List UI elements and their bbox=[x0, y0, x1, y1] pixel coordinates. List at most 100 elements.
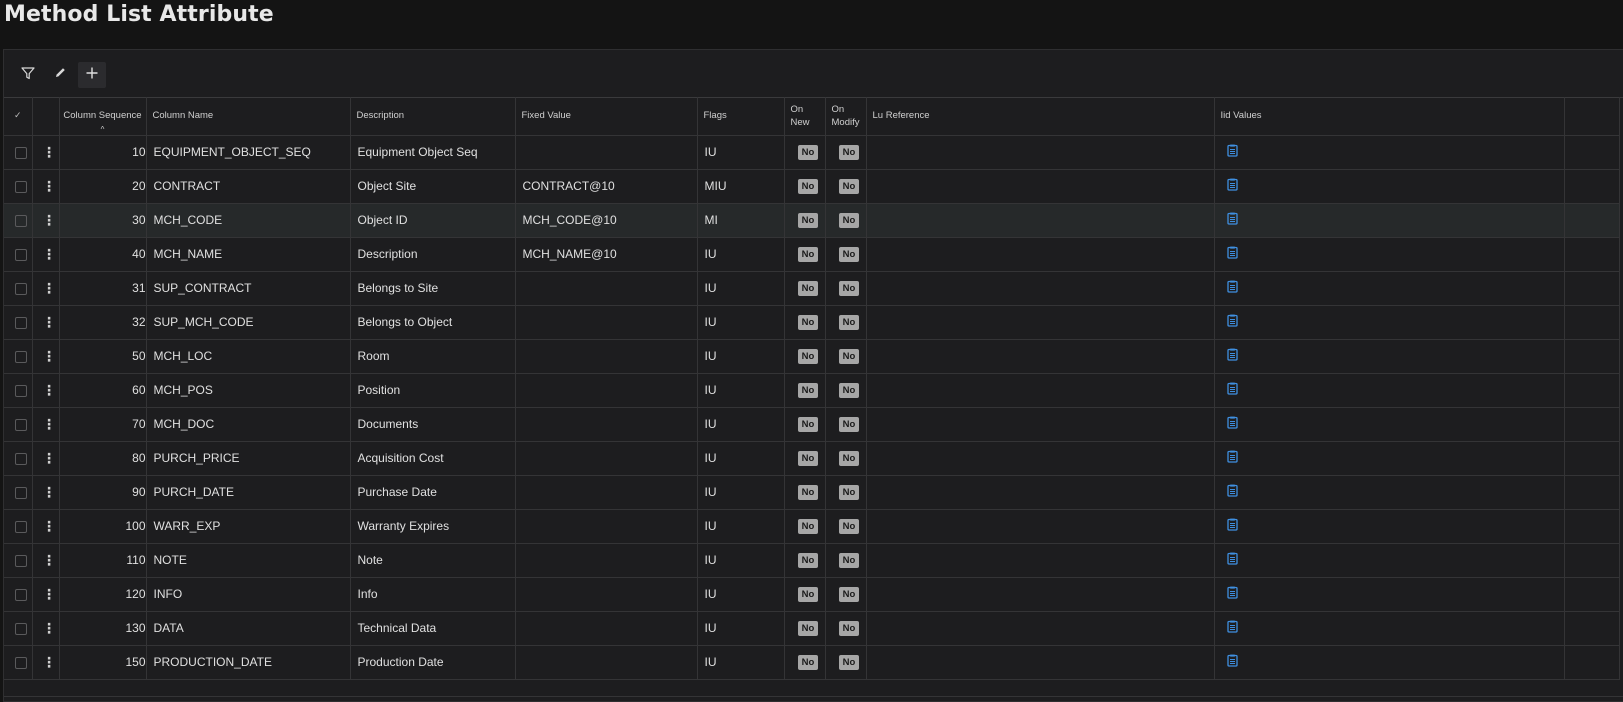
cell-description[interactable]: Equipment Object Seq bbox=[350, 135, 516, 170]
header-lu-reference[interactable]: Lu Reference bbox=[866, 97, 1215, 136]
cell-description[interactable]: Info bbox=[350, 577, 516, 612]
cell-iid-values[interactable] bbox=[1214, 373, 1565, 408]
cell-fixed-value[interactable] bbox=[515, 475, 698, 510]
kebab-menu-icon[interactable]: ⋮ bbox=[42, 349, 56, 363]
cell-fixed-value[interactable]: MCH_CODE@10 bbox=[515, 203, 698, 238]
kebab-menu-icon[interactable]: ⋮ bbox=[42, 553, 56, 567]
cell-column-sequence[interactable]: 110 bbox=[59, 543, 147, 578]
kebab-menu-icon[interactable]: ⋮ bbox=[42, 383, 56, 397]
cell-column-sequence[interactable]: 70 bbox=[59, 407, 147, 442]
cell-fixed-value[interactable] bbox=[515, 305, 698, 340]
cell-on-new[interactable]: No bbox=[784, 305, 826, 340]
cell-on-new[interactable]: No bbox=[784, 509, 826, 544]
list-values-icon[interactable] bbox=[1226, 280, 1238, 296]
cell-description[interactable]: Description bbox=[350, 237, 516, 272]
cell-lu-reference[interactable] bbox=[866, 577, 1215, 612]
kebab-menu-icon[interactable]: ⋮ bbox=[42, 179, 56, 193]
list-values-icon[interactable] bbox=[1226, 246, 1238, 262]
cell-iid-values[interactable] bbox=[1214, 407, 1565, 442]
cell-iid-values[interactable] bbox=[1214, 271, 1565, 306]
cell-column-sequence[interactable]: 130 bbox=[59, 611, 147, 646]
list-values-icon[interactable] bbox=[1226, 586, 1238, 602]
cell-fixed-value[interactable] bbox=[515, 339, 698, 374]
cell-flags[interactable]: IU bbox=[697, 441, 785, 476]
cell-column-sequence[interactable]: 80 bbox=[59, 441, 147, 476]
kebab-menu-icon[interactable]: ⋮ bbox=[42, 213, 56, 227]
cell-fixed-value[interactable] bbox=[515, 271, 698, 306]
cell-iid-values[interactable] bbox=[1214, 611, 1565, 646]
cell-description[interactable]: Acquisition Cost bbox=[350, 441, 516, 476]
cell-flags[interactable]: IU bbox=[697, 305, 785, 340]
cell-column-name[interactable]: MCH_NAME bbox=[146, 237, 351, 272]
list-values-icon[interactable] bbox=[1226, 144, 1238, 160]
cell-column-sequence[interactable]: 32 bbox=[59, 305, 147, 340]
cell-flags[interactable]: IU bbox=[697, 611, 785, 646]
row-checkbox[interactable] bbox=[15, 622, 28, 635]
filter-button[interactable] bbox=[14, 62, 42, 88]
kebab-menu-icon[interactable]: ⋮ bbox=[42, 485, 56, 499]
cell-lu-reference[interactable] bbox=[866, 611, 1215, 646]
list-values-icon[interactable] bbox=[1226, 314, 1238, 330]
header-on-new[interactable]: On New bbox=[784, 97, 826, 136]
kebab-menu-icon[interactable]: ⋮ bbox=[42, 247, 56, 261]
kebab-menu-icon[interactable]: ⋮ bbox=[42, 655, 56, 669]
row-checkbox[interactable] bbox=[15, 180, 28, 193]
cell-on-new[interactable]: No bbox=[784, 577, 826, 612]
cell-flags[interactable]: IU bbox=[697, 237, 785, 272]
row-checkbox[interactable] bbox=[15, 656, 28, 669]
cell-on-new[interactable]: No bbox=[784, 407, 826, 442]
cell-flags[interactable]: IU bbox=[697, 373, 785, 408]
cell-flags[interactable]: IU bbox=[697, 577, 785, 612]
cell-lu-reference[interactable] bbox=[866, 543, 1215, 578]
cell-on-modify[interactable]: No bbox=[825, 169, 867, 204]
cell-description[interactable]: Documents bbox=[350, 407, 516, 442]
cell-column-sequence[interactable]: 40 bbox=[59, 237, 147, 272]
cell-on-new[interactable]: No bbox=[784, 475, 826, 510]
cell-lu-reference[interactable] bbox=[866, 237, 1215, 272]
kebab-menu-icon[interactable]: ⋮ bbox=[42, 621, 56, 635]
cell-on-new[interactable]: No bbox=[784, 373, 826, 408]
cell-column-sequence[interactable]: 150 bbox=[59, 645, 147, 680]
list-values-icon[interactable] bbox=[1226, 654, 1238, 670]
cell-lu-reference[interactable] bbox=[866, 509, 1215, 544]
cell-column-sequence[interactable]: 100 bbox=[59, 509, 147, 544]
header-column-sequence[interactable]: Column Sequence ^ bbox=[59, 97, 147, 136]
list-values-icon[interactable] bbox=[1226, 212, 1238, 228]
cell-on-modify[interactable]: No bbox=[825, 271, 867, 306]
row-checkbox[interactable] bbox=[15, 282, 28, 295]
cell-column-name[interactable]: CONTRACT bbox=[146, 169, 351, 204]
cell-column-sequence[interactable]: 30 bbox=[59, 203, 147, 238]
row-checkbox[interactable] bbox=[15, 520, 28, 533]
cell-lu-reference[interactable] bbox=[866, 135, 1215, 170]
cell-on-modify[interactable]: No bbox=[825, 509, 867, 544]
row-checkbox[interactable] bbox=[15, 588, 28, 601]
list-values-icon[interactable] bbox=[1226, 620, 1238, 636]
cell-description[interactable]: Room bbox=[350, 339, 516, 374]
kebab-menu-icon[interactable]: ⋮ bbox=[42, 519, 56, 533]
cell-column-sequence[interactable]: 90 bbox=[59, 475, 147, 510]
table-row[interactable]: ⋮ 150 PRODUCTION_DATE Production Date IU No No bbox=[4, 645, 1620, 680]
table-row[interactable]: ⋮ 60 MCH_POS Position IU No No bbox=[4, 373, 1620, 408]
cell-on-modify[interactable]: No bbox=[825, 407, 867, 442]
cell-on-new[interactable]: No bbox=[784, 339, 826, 374]
row-checkbox[interactable] bbox=[15, 316, 28, 329]
cell-column-name[interactable]: MCH_LOC bbox=[146, 339, 351, 374]
cell-flags[interactable]: IU bbox=[697, 271, 785, 306]
cell-fixed-value[interactable] bbox=[515, 543, 698, 578]
table-row[interactable]: ⋮ 130 DATA Technical Data IU No No bbox=[4, 611, 1620, 646]
list-values-icon[interactable] bbox=[1226, 484, 1238, 500]
kebab-menu-icon[interactable]: ⋮ bbox=[42, 315, 56, 329]
row-checkbox[interactable] bbox=[15, 214, 28, 227]
cell-flags[interactable]: MI bbox=[697, 203, 785, 238]
cell-lu-reference[interactable] bbox=[866, 407, 1215, 442]
cell-flags[interactable]: IU bbox=[697, 509, 785, 544]
cell-iid-values[interactable] bbox=[1214, 203, 1565, 238]
cell-on-modify[interactable]: No bbox=[825, 135, 867, 170]
cell-fixed-value[interactable] bbox=[515, 509, 698, 544]
cell-on-modify[interactable]: No bbox=[825, 373, 867, 408]
cell-on-modify[interactable]: No bbox=[825, 543, 867, 578]
row-checkbox[interactable] bbox=[15, 452, 28, 465]
cell-column-name[interactable]: MCH_CODE bbox=[146, 203, 351, 238]
cell-iid-values[interactable] bbox=[1214, 441, 1565, 476]
cell-column-name[interactable]: WARR_EXP bbox=[146, 509, 351, 544]
